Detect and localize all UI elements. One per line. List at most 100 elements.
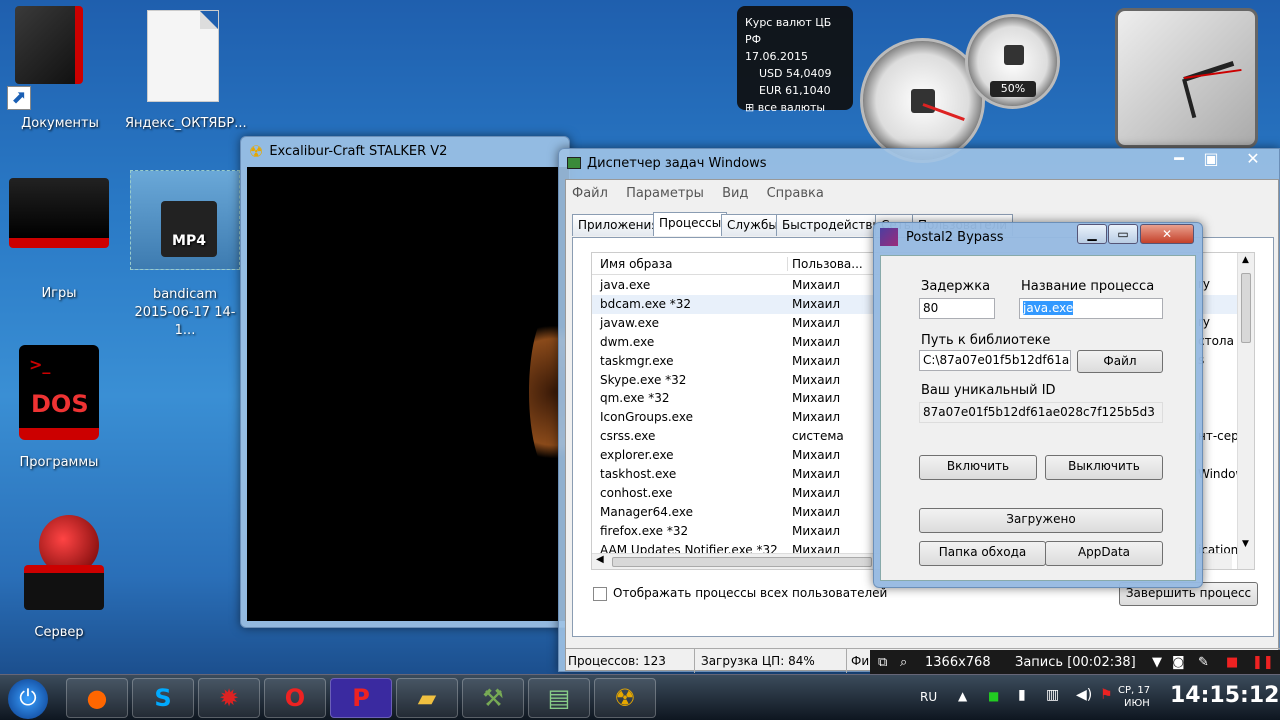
column-user[interactable]: Пользова... bbox=[787, 257, 863, 271]
postal-taskbar-icon[interactable]: P bbox=[330, 678, 392, 718]
scroll-up-icon[interactable]: ▲ bbox=[1242, 255, 1249, 265]
cell-image-name: taskhost.exe bbox=[600, 467, 677, 481]
firefox-taskbar-icon[interactable]: ● bbox=[66, 678, 128, 718]
pencil-icon[interactable]: ✎ bbox=[1198, 650, 1209, 676]
battery-icon[interactable]: ▮ bbox=[1018, 687, 1026, 703]
camera-icon[interactable]: ◙ bbox=[1172, 650, 1185, 676]
cell-user: Михаил bbox=[792, 315, 841, 330]
status-processes: Процессов: 123 bbox=[568, 654, 666, 668]
analog-clock-gadget bbox=[1115, 8, 1258, 148]
volume-icon[interactable]: ◀) bbox=[1076, 687, 1092, 703]
dropdown-icon[interactable]: ▼ bbox=[1152, 650, 1162, 676]
cell-user: Михаил bbox=[792, 504, 841, 519]
start-button[interactable]: ⏻ bbox=[8, 679, 48, 719]
scroll-thumb[interactable] bbox=[612, 557, 872, 567]
desktop-icon-programs[interactable]: >_ DOS Программы bbox=[4, 345, 114, 470]
flag-icon[interactable]: ⚑ bbox=[1100, 687, 1113, 703]
delay-input[interactable]: 80 bbox=[919, 298, 995, 319]
network-icon[interactable]: ▥ bbox=[1046, 687, 1059, 703]
pause-icon[interactable]: ❚❚ bbox=[1252, 650, 1274, 676]
menu-view[interactable]: Вид bbox=[722, 186, 748, 201]
menu-help[interactable]: Справка bbox=[767, 186, 824, 201]
icon-label: Документы bbox=[21, 116, 99, 131]
maximize-button[interactable]: ▭ bbox=[1108, 224, 1138, 244]
minecraft-taskbar-icon[interactable]: ⚒ bbox=[462, 678, 524, 718]
desktop-icon-games[interactable]: Игры bbox=[4, 178, 114, 301]
cell-user: Михаил bbox=[792, 485, 841, 500]
dos-monitor-icon: >_ DOS bbox=[19, 345, 99, 440]
windowed-icon[interactable]: ⧉ bbox=[878, 650, 887, 676]
disable-button[interactable]: Выключить bbox=[1045, 455, 1163, 480]
clock-time[interactable]: 14:15:12 bbox=[1170, 683, 1279, 708]
cell-image-name: explorer.exe bbox=[600, 448, 674, 463]
enable-button[interactable]: Включить bbox=[919, 455, 1037, 480]
library-path-input[interactable]: C:\87a07e01f5b12df61ae0 bbox=[919, 350, 1071, 371]
file-button[interactable]: Файл bbox=[1077, 350, 1163, 373]
menu-options[interactable]: Параметры bbox=[626, 186, 704, 201]
game-canvas[interactable] bbox=[247, 167, 579, 621]
taskmgr-taskbar-icon[interactable]: ▤ bbox=[528, 678, 590, 718]
icon-label: Яндекс_ОКТЯБР... bbox=[125, 116, 247, 131]
currency-date: 17.06.2015 bbox=[745, 50, 808, 63]
desktop-icon-server[interactable]: Сервер bbox=[4, 515, 114, 640]
tab-processes[interactable]: Процессы bbox=[653, 212, 728, 236]
document-icon bbox=[147, 10, 219, 102]
selected-text: java.exe bbox=[1023, 301, 1074, 315]
scroll-left-icon[interactable]: ◀ bbox=[596, 554, 604, 565]
bypass-folder-button[interactable]: Папка обхода bbox=[919, 541, 1046, 566]
recording-resolution: 1366x768 bbox=[925, 655, 991, 670]
gauge-percent: 50% bbox=[990, 81, 1036, 97]
skype-taskbar-icon[interactable]: S bbox=[132, 678, 194, 718]
cell-user: Михаил bbox=[792, 296, 841, 311]
scroll-down-icon[interactable]: ▼ bbox=[1242, 539, 1249, 549]
language-indicator[interactable]: RU bbox=[920, 690, 937, 704]
gear-taskbar-icon[interactable]: ✹ bbox=[198, 678, 260, 718]
cell-image-name: IconGroups.exe bbox=[600, 410, 693, 425]
stalker-window[interactable]: ☢ Excalibur-Craft STALKER V2 bbox=[240, 136, 579, 628]
opera-taskbar-icon[interactable]: O bbox=[264, 678, 326, 718]
desktop-icon-yandex[interactable]: Яндекс_ОКТЯБР... bbox=[125, 10, 247, 131]
explorer-taskbar-icon[interactable]: ▰ bbox=[396, 678, 458, 718]
tab-services[interactable]: Службы bbox=[721, 214, 784, 236]
desktop-icon-documents[interactable]: Документы bbox=[5, 6, 115, 131]
menu-file[interactable]: Файл bbox=[572, 186, 608, 201]
scroll-thumb-v[interactable] bbox=[1241, 273, 1251, 343]
cell-user: Михаил bbox=[792, 353, 841, 368]
close-button[interactable]: ✕ bbox=[1140, 224, 1194, 244]
close-button[interactable]: ✕ bbox=[1238, 149, 1268, 171]
server-globe-icon bbox=[19, 515, 104, 610]
stalker-titlebar[interactable]: ☢ Excalibur-Craft STALKER V2 bbox=[241, 137, 569, 165]
tray-green-icon[interactable]: ■ bbox=[988, 689, 999, 703]
desktop-icon-bandicam[interactable]: MP4 bandicam 2015-06-17 14-1... bbox=[125, 170, 245, 338]
process-name-input[interactable]: java.exe bbox=[1019, 298, 1163, 319]
minimize-button[interactable]: ▁ bbox=[1077, 224, 1107, 244]
radiation-icon: ☢ bbox=[249, 141, 264, 161]
tray-expand-icon[interactable]: ▲ bbox=[958, 689, 967, 703]
cell-image-name: javaw.exe bbox=[600, 315, 659, 330]
stop-icon[interactable]: ■ bbox=[1226, 650, 1238, 676]
tab-applications[interactable]: Приложения bbox=[572, 214, 665, 236]
loaded-button[interactable]: Загружено bbox=[919, 508, 1163, 533]
maximize-button[interactable]: ▣ bbox=[1196, 149, 1226, 171]
cell-user: Михаил bbox=[792, 467, 841, 481]
vertical-scrollbar[interactable]: ▲ ▼ bbox=[1237, 253, 1254, 569]
icon-label: bandicam 2015-06-17 14-1... bbox=[134, 287, 236, 338]
zoom-icon[interactable]: ⌕ bbox=[900, 650, 907, 676]
list-header: Имя образа Пользова... bbox=[592, 253, 892, 275]
bypass-app-icon bbox=[880, 228, 898, 246]
all-currencies-link[interactable]: ⊞ все валюты bbox=[745, 99, 845, 116]
menu-bar: Файл Параметры Вид Справка bbox=[572, 186, 838, 201]
minimize-button[interactable]: ━ bbox=[1164, 149, 1194, 171]
plus-icon: ⊞ bbox=[745, 101, 758, 114]
icon-label: Программы bbox=[19, 455, 99, 470]
postal2-bypass-window[interactable]: Postal2 Bypass ▁ ▭ ✕ Задержка Название п… bbox=[873, 222, 1203, 588]
currency-gadget: Курс валют ЦБ РФ 17.06.2015 USD 54,0409 … bbox=[737, 6, 853, 114]
shortcut-arrow-icon: ⬈ bbox=[7, 86, 31, 110]
cell-image-name: csrss.exe bbox=[600, 429, 656, 444]
stalker-taskbar-icon[interactable]: ☢ bbox=[594, 678, 656, 718]
appdata-button[interactable]: AppData bbox=[1045, 541, 1163, 566]
cell-image-name: bdcam.exe *32 bbox=[600, 296, 692, 311]
column-image-name[interactable]: Имя образа bbox=[600, 257, 673, 271]
show-all-checkbox[interactable] bbox=[593, 587, 607, 601]
cell-user: Михаил bbox=[792, 278, 841, 292]
